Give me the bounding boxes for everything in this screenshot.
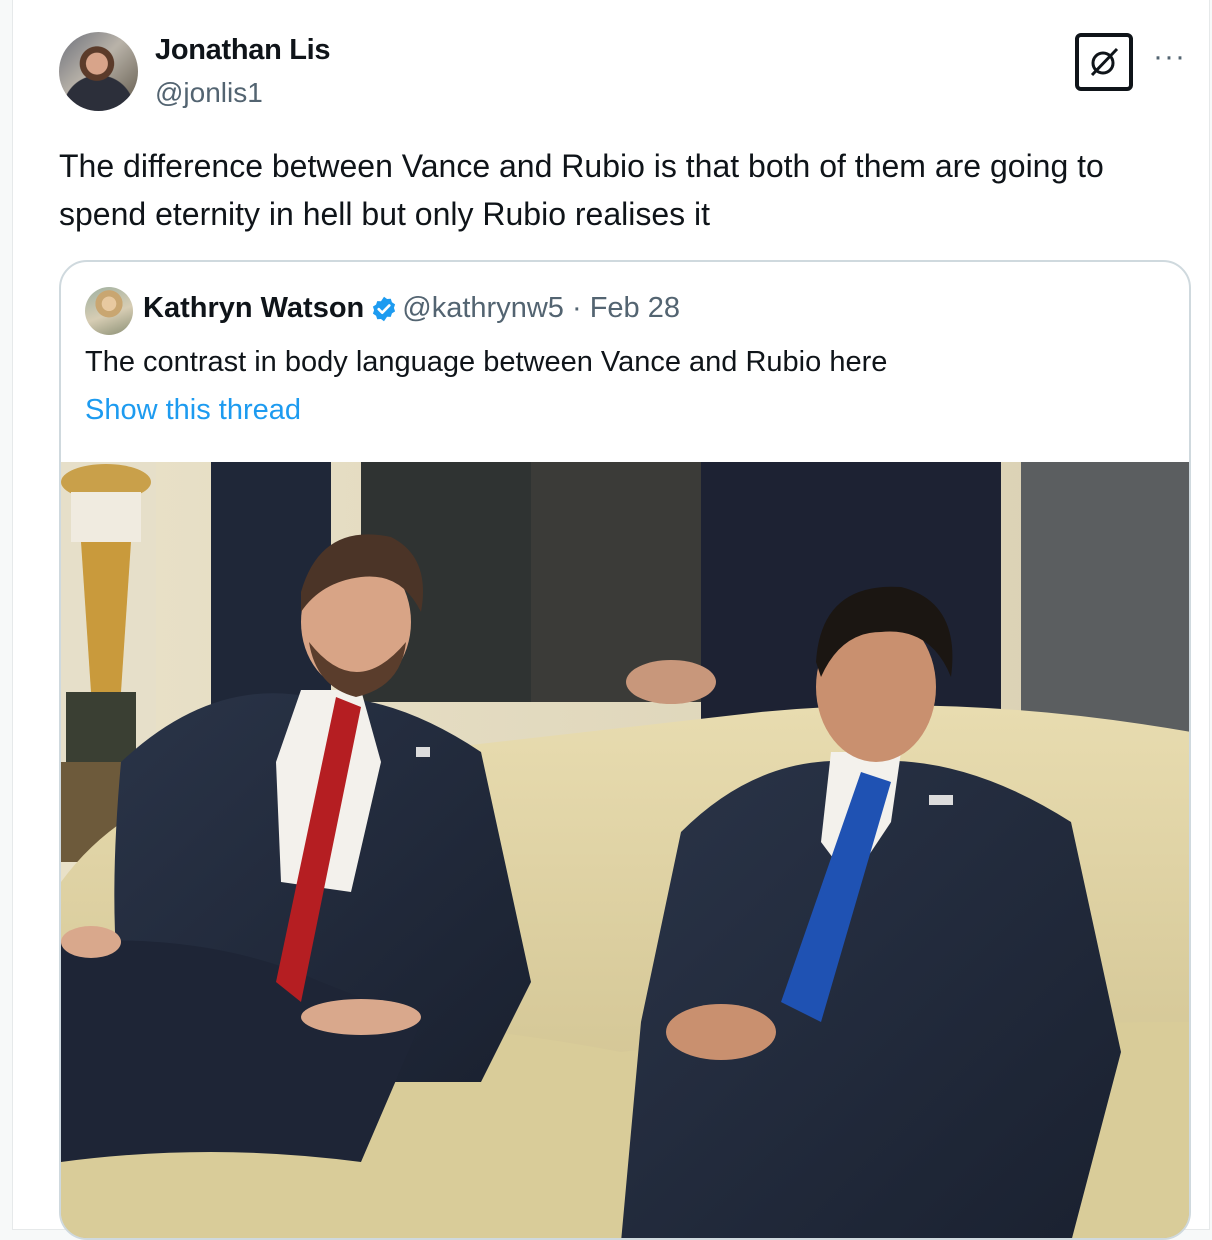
media-photo	[61, 462, 1189, 1238]
author-avatar[interactable]	[59, 32, 138, 111]
quoted-author-name[interactable]: Kathryn Watson	[143, 292, 364, 324]
verified-badge-icon	[370, 295, 398, 331]
meta-separator: ·	[571, 292, 582, 324]
quoted-text: The contrast in body language between Va…	[85, 346, 888, 378]
quoted-author-handle[interactable]: @kathrynw5	[402, 292, 564, 324]
quoted-date[interactable]: Feb 28	[590, 292, 680, 324]
tweet-card: Jonathan Lis @jonlis1 ··· The difference…	[12, 0, 1210, 1240]
quoted-header: Kathryn Watson @kathrynw5 · Feb 28	[143, 292, 680, 331]
author-name[interactable]: Jonathan Lis	[155, 34, 331, 67]
quoted-author-avatar[interactable]	[85, 287, 133, 335]
quoted-tweet[interactable]: Kathryn Watson @kathrynw5 · Feb 28 The co…	[59, 260, 1191, 1240]
show-thread-link[interactable]: Show this thread	[85, 394, 301, 427]
grok-icon	[1090, 47, 1119, 77]
quoted-media-image[interactable]	[61, 462, 1189, 1238]
author-handle[interactable]: @jonlis1	[155, 77, 263, 109]
grok-button[interactable]	[1075, 33, 1133, 91]
more-options-button[interactable]: ···	[1153, 40, 1186, 74]
tweet-text: The difference between Vance and Rubio i…	[59, 148, 1104, 232]
